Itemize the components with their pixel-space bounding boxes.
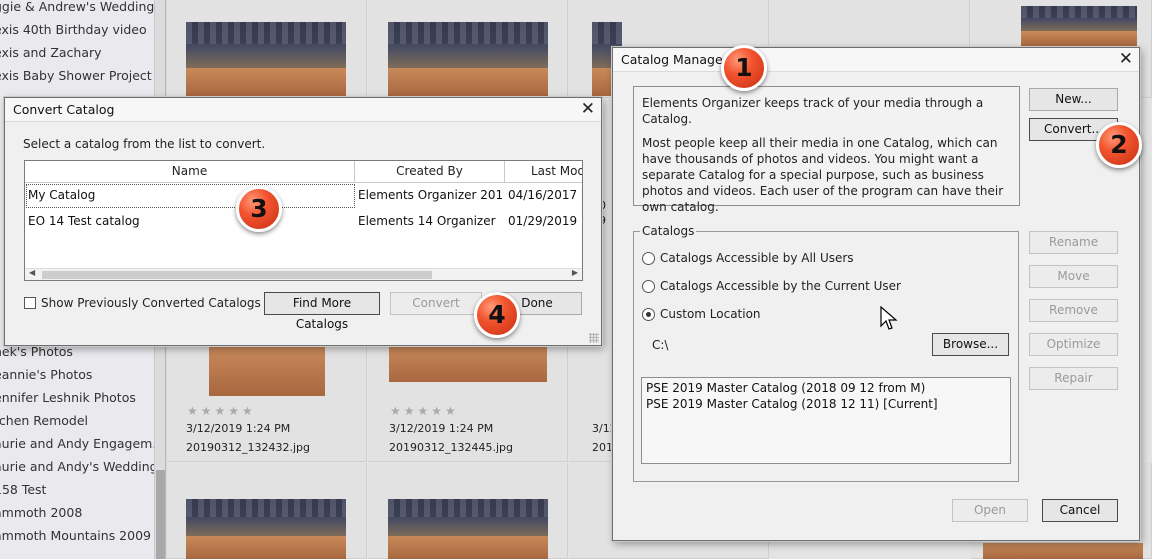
row-last-modified: 04/16/2017 2 <box>508 188 583 202</box>
sidebar-album[interactable]: tchen Remodel <box>0 411 154 431</box>
row-created-by: Elements 14 Organizer <box>358 214 496 228</box>
sidebar-album[interactable]: ammoth 2008 <box>0 503 154 523</box>
sidebar-album[interactable]: exis and Zachary <box>0 43 154 63</box>
radio-all-users[interactable] <box>642 252 655 265</box>
dialog-titlebar[interactable]: Convert Catalog ✕ <box>5 98 601 122</box>
radio-all-users-label[interactable]: Catalogs Accessible by All Users <box>660 251 854 265</box>
photo-thumbnail[interactable] <box>388 22 548 96</box>
close-icon[interactable]: ✕ <box>1119 49 1133 69</box>
cancel-button[interactable]: Cancel <box>1042 499 1118 522</box>
step-badge-2: 2 <box>1096 122 1142 168</box>
radio-custom-location[interactable] <box>642 308 655 321</box>
sidebar-album[interactable]: ggie & Andrew's Wedding <box>0 0 154 17</box>
photo-filename: 201 <box>592 441 613 454</box>
radio-custom-location-label[interactable]: Custom Location <box>660 307 761 321</box>
photo-thumbnail[interactable] <box>983 543 1143 559</box>
dialog-titlebar[interactable]: Catalog Manager ✕ <box>613 48 1139 72</box>
sidebar-album[interactable]: 158 Test <box>0 480 154 500</box>
row-name: My Catalog <box>28 188 96 202</box>
rating-stars[interactable]: ★★★★★ <box>187 404 256 418</box>
column-header-last-modified[interactable]: Last Mod <box>505 161 582 183</box>
browse-button[interactable]: Browse... <box>932 333 1009 356</box>
sidebar-album[interactable]: aurie and Andy Engagem... <box>0 434 154 454</box>
photo-thumbnail[interactable] <box>209 346 325 396</box>
column-header-created-by[interactable]: Created By <box>355 161 505 183</box>
dialog-title: Convert Catalog <box>13 102 115 117</box>
mouse-cursor-icon <box>880 306 898 330</box>
close-icon[interactable]: ✕ <box>581 99 595 119</box>
sidebar-album[interactable]: exis 40th Birthday video <box>0 20 154 40</box>
photo-thumbnail[interactable] <box>1021 6 1137 46</box>
dialog-title: Catalog Manager <box>621 52 728 67</box>
show-previous-label[interactable]: Show Previously Converted Catalogs <box>41 296 261 310</box>
info-paragraph: Most people keep all their media in one … <box>642 136 1004 214</box>
row-created-by: Elements Organizer 2018 <box>358 188 504 202</box>
repair-button[interactable]: Repair <box>1029 367 1118 390</box>
scroll-right-icon[interactable]: ▶ <box>572 268 578 277</box>
row-last-modified: 01/29/2019 1 <box>508 214 583 228</box>
media-cell[interactable] <box>368 463 568 559</box>
column-header-name[interactable]: Name <box>25 161 355 183</box>
media-cell[interactable] <box>167 463 367 559</box>
instruction-text: Select a catalog from the list to conver… <box>23 137 266 151</box>
rename-button[interactable]: Rename <box>1029 231 1118 254</box>
scroll-left-icon[interactable]: ◀ <box>29 268 35 277</box>
step-badge-3: 3 <box>236 186 282 232</box>
open-button[interactable]: Open <box>952 499 1028 522</box>
scrollbar-thumb[interactable] <box>156 470 165 559</box>
sidebar-album[interactable]: eannie's Photos <box>0 365 154 385</box>
sidebar-album[interactable]: exis Baby Shower Project <box>0 66 154 86</box>
remove-button[interactable]: Remove <box>1029 299 1118 322</box>
resize-grip-icon[interactable] <box>589 333 599 343</box>
radio-current-user[interactable] <box>642 280 655 293</box>
list-item[interactable]: PSE 2019 Master Catalog (2018 12 11) [Cu… <box>646 396 1006 412</box>
photo-thumbnail[interactable] <box>186 22 346 96</box>
catalog-list[interactable]: PSE 2019 Master Catalog (2018 09 12 from… <box>641 377 1011 464</box>
optimize-button[interactable]: Optimize <box>1029 333 1118 356</box>
sidebar-album[interactable]: aurie and Andy's Wedding <box>0 457 154 477</box>
catalogs-group: Catalogs Catalogs Accessible by All User… <box>633 224 1019 482</box>
sidebar-album[interactable]: ammoth Mountains 2009 <box>0 526 154 546</box>
move-button[interactable]: Move <box>1029 265 1118 288</box>
convert-button[interactable]: Convert <box>390 292 482 315</box>
find-more-catalogs-button[interactable]: Find More Catalogs <box>264 292 380 331</box>
scrollbar-thumb[interactable] <box>42 271 432 279</box>
photo-date: 3/12/2019 1:24 PM <box>389 422 494 435</box>
horizontal-scrollbar[interactable]: ◀ ▶ <box>25 268 582 280</box>
rating-stars[interactable]: ★★★★★ <box>390 404 459 418</box>
step-badge-1: 1 <box>721 45 767 91</box>
photo-thumbnail[interactable] <box>389 346 547 382</box>
media-cell[interactable] <box>368 0 568 98</box>
info-paragraph: Elements Organizer keeps track of your m… <box>642 96 984 126</box>
new-catalog-button[interactable]: New... <box>1029 88 1118 111</box>
media-cell[interactable] <box>167 0 367 98</box>
catalog-manager-dialog: Catalog Manager ✕ Elements Organizer kee… <box>612 47 1140 541</box>
catalogs-legend: Catalogs <box>640 224 697 238</box>
sidebar-album[interactable]: ennifer Leshnik Photos <box>0 388 154 408</box>
photo-thumbnail[interactable] <box>186 499 346 559</box>
photo-filename: 20190312_132445.jpg <box>389 441 513 454</box>
photo-date: 3/12/2019 1:24 PM <box>186 422 291 435</box>
step-badge-4: 4 <box>474 292 520 338</box>
row-name: EO 14 Test catalog <box>28 214 140 228</box>
radio-current-user-label[interactable]: Catalogs Accessible by the Current User <box>660 279 901 293</box>
photo-filename: 20190312_132432.jpg <box>186 441 310 454</box>
catalog-list[interactable]: Name Created By Last Mod My Catalog Elem… <box>24 160 583 281</box>
info-box: Elements Organizer keeps track of your m… <box>633 86 1020 214</box>
custom-location-path: C:\ <box>652 338 669 352</box>
show-previous-checkbox[interactable] <box>24 297 36 309</box>
photo-thumbnail[interactable] <box>388 499 548 559</box>
list-item[interactable]: PSE 2019 Master Catalog (2018 09 12 from… <box>646 380 1006 396</box>
